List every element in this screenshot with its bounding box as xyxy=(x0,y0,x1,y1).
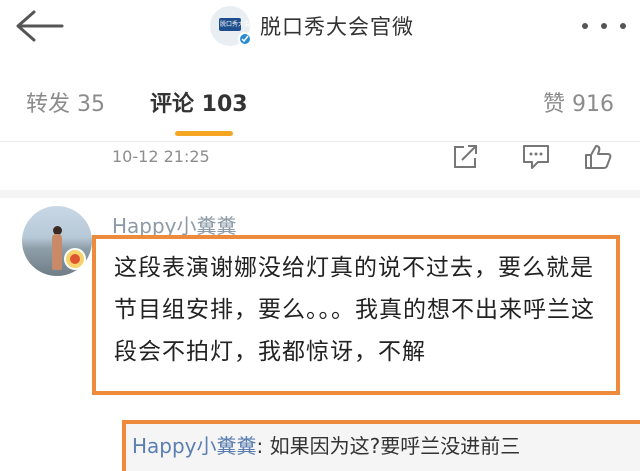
timestamp: 10-12 21:25 xyxy=(112,147,210,166)
page-title: 脱口秀大会官微 xyxy=(260,15,414,39)
member-badge-icon xyxy=(64,248,86,270)
reply-line: Happy小糞糞: 如果因为这?要呼兰没进前三 xyxy=(132,430,520,459)
reply-text: 如果因为这?要呼兰没进前三 xyxy=(263,434,521,458)
dot-icon xyxy=(601,23,607,29)
more-options-button[interactable] xyxy=(582,18,626,34)
logo-text: 脱口秀大会 xyxy=(220,21,251,28)
comment-highlight-box: 这段表演谢娜没给灯真的说不过去，要么就是节目组安排，要么。。。我真的想不出来呼兰… xyxy=(92,235,620,395)
back-arrow-icon xyxy=(16,10,64,42)
like-button[interactable] xyxy=(584,144,612,170)
tab-repost[interactable]: 转发 35 xyxy=(26,86,105,118)
reply-username[interactable]: Happy小糞糞 xyxy=(132,434,257,458)
tab-comment[interactable]: 评论 103 xyxy=(150,86,248,118)
dot-icon xyxy=(582,23,588,29)
tab-bar: 转发 35 评论 103 赞 916 xyxy=(0,76,640,136)
account-logo: 脱口秀大会 xyxy=(210,6,252,46)
account-header[interactable]: 脱口秀大会 脱口秀大会官微 xyxy=(210,6,414,46)
verified-badge-icon xyxy=(238,32,252,46)
post-meta-row: 10-12 21:25 xyxy=(0,142,640,178)
tab-like[interactable]: 赞 916 xyxy=(543,86,614,118)
back-button[interactable] xyxy=(14,8,66,44)
top-bar: 脱口秀大会 脱口秀大会官微 xyxy=(0,0,640,56)
dot-icon xyxy=(620,23,626,29)
comment-text: 这段表演谢娜没给灯真的说不过去，要么就是节目组安排，要么。。。我真的想不出来呼兰… xyxy=(114,255,595,365)
thumbs-up-icon xyxy=(585,145,612,169)
active-tab-indicator xyxy=(175,131,233,136)
section-separator xyxy=(0,190,640,198)
comment-button[interactable] xyxy=(522,144,550,170)
share-icon xyxy=(454,145,477,168)
share-button[interactable] xyxy=(452,144,480,170)
reply-preview[interactable]: Happy小糞糞: 如果因为这?要呼兰没进前三 xyxy=(122,420,640,471)
comment-icon xyxy=(523,145,549,169)
